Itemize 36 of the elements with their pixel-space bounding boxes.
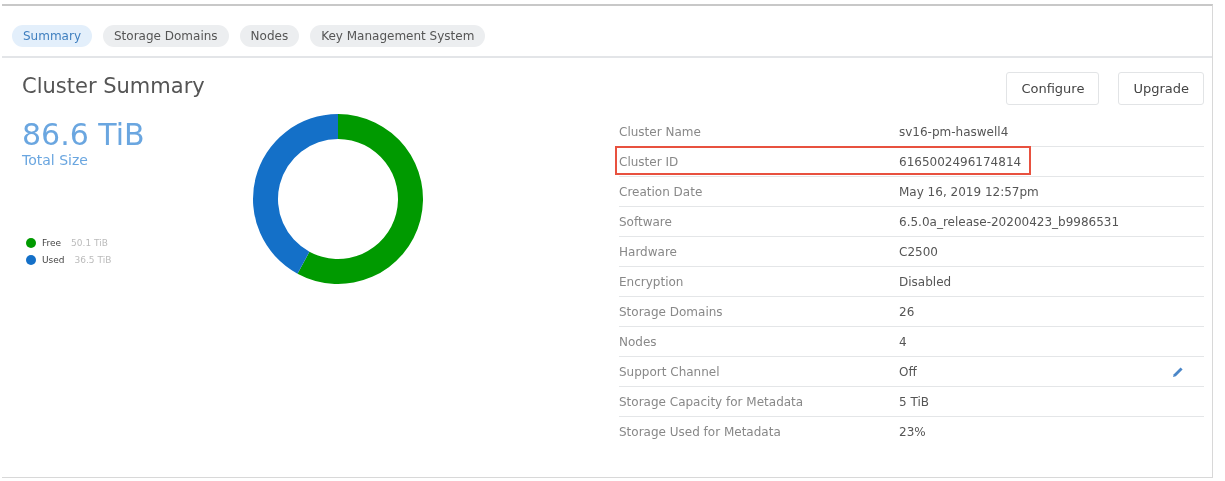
tab[interactable]: Nodes — [239, 25, 300, 47]
detail-value: 6.5.0a_release-20200423_b9986531 — [899, 214, 1121, 229]
detail-label: Support Channel — [619, 364, 721, 379]
detail-label: Cluster ID — [619, 154, 680, 169]
legend-label: Free — [42, 238, 62, 248]
action-button[interactable]: Upgrade — [1118, 72, 1204, 105]
detail-label: Cluster Name — [619, 124, 702, 139]
total-size-label: Total Size — [22, 152, 88, 168]
detail-label: Storage Domains — [619, 304, 724, 319]
detail-value: 23% — [899, 424, 927, 439]
detail-label: Storage Capacity for Metadata — [619, 394, 805, 409]
total-size-value: 86.6 TiB — [22, 118, 145, 152]
detail-value: 5 TiB — [899, 394, 930, 409]
detail-value: 4 — [899, 334, 908, 349]
legend-value: 36.5 TiB — [74, 255, 112, 265]
detail-value: 26 — [899, 304, 916, 319]
detail-label: Encryption — [619, 274, 685, 289]
detail-value: May 16, 2019 12:57pm — [899, 184, 1040, 199]
detail-value: Off — [899, 364, 918, 379]
action-button[interactable]: Configure — [1006, 72, 1100, 105]
tab[interactable]: Storage Domains — [103, 25, 229, 47]
detail-value: Disabled — [899, 274, 953, 289]
detail-label: Storage Used for Metadata — [619, 424, 782, 439]
detail-value: C2500 — [899, 244, 939, 259]
detail-value: 6165002496174814 — [899, 154, 1023, 169]
legend-label: Used — [42, 255, 65, 265]
tab[interactable]: Key Management System — [310, 25, 486, 47]
detail-label: Nodes — [619, 334, 658, 349]
legend-value: 50.1 TiB — [71, 238, 108, 248]
pencil-icon[interactable] — [1172, 365, 1184, 378]
detail-value: sv16-pm-haswell4 — [899, 124, 1010, 139]
tab[interactable]: Summary — [12, 25, 92, 47]
section-title: Cluster Summary — [22, 74, 205, 98]
detail-label: Hardware — [619, 244, 678, 259]
detail-label: Creation Date — [619, 184, 704, 199]
detail-label: Software — [619, 214, 673, 229]
